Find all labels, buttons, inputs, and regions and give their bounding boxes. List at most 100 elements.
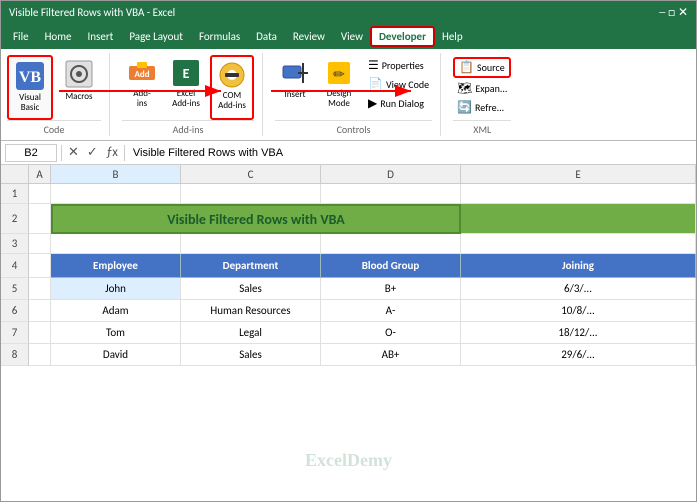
cell-ref-input[interactable] bbox=[5, 144, 57, 162]
cell-a8[interactable] bbox=[29, 344, 51, 366]
cell-a1[interactable] bbox=[29, 184, 51, 204]
view-code-button[interactable]: 📄 View Code bbox=[365, 76, 432, 93]
cell-b3[interactable] bbox=[51, 234, 181, 254]
confirm-formula-icon[interactable]: ✓ bbox=[85, 145, 100, 160]
insert-function-icon[interactable]: ƒx bbox=[104, 145, 120, 160]
formula-divider bbox=[61, 145, 62, 161]
cell-d7[interactable]: O- bbox=[321, 322, 461, 344]
ribbon-content: VB VisualBasic Macros bbox=[1, 49, 696, 141]
col-header-a: A bbox=[29, 165, 51, 183]
cell-e8[interactable]: 29/6/... bbox=[461, 344, 696, 366]
visual-basic-label: VisualBasic bbox=[19, 93, 41, 113]
cell-c8[interactable]: Sales bbox=[181, 344, 321, 366]
cell-d4-bloodgroup[interactable]: Blood Group bbox=[321, 254, 461, 278]
cell-d3[interactable] bbox=[321, 234, 461, 254]
properties-icon: ☰ bbox=[368, 58, 379, 73]
column-headers: A B C D E bbox=[1, 165, 696, 184]
add-ins-button[interactable]: Add Add-ins bbox=[122, 55, 162, 120]
ribbon-group-addins: Add Add-ins E ExcelAdd-ins bbox=[114, 53, 263, 136]
cell-b4-employee[interactable]: Employee bbox=[51, 254, 181, 278]
table-row: 5 John Sales B+ 6/3/... bbox=[1, 278, 696, 300]
macros-button[interactable]: Macros bbox=[57, 55, 101, 120]
cell-a6[interactable] bbox=[29, 300, 51, 322]
run-dialog-icon: ▶ bbox=[368, 96, 377, 111]
cell-a7[interactable] bbox=[29, 322, 51, 344]
menu-view[interactable]: View bbox=[333, 27, 371, 46]
visual-basic-icon: VB bbox=[13, 59, 47, 93]
cell-a4[interactable] bbox=[29, 254, 51, 278]
cell-e3[interactable] bbox=[461, 234, 696, 254]
cell-c4-department[interactable]: Department bbox=[181, 254, 321, 278]
menu-insert[interactable]: Insert bbox=[80, 27, 122, 46]
col-header-c: C bbox=[181, 165, 321, 183]
svg-text:E: E bbox=[183, 65, 190, 82]
row-num-7: 7 bbox=[1, 322, 29, 344]
cancel-formula-icon[interactable]: ✕ bbox=[66, 145, 81, 160]
cell-e6[interactable]: 10/8/... bbox=[461, 300, 696, 322]
col-header-b[interactable]: B bbox=[51, 165, 181, 183]
cell-a5[interactable] bbox=[29, 278, 51, 300]
menu-file[interactable]: File bbox=[5, 27, 37, 46]
expand-button[interactable]: 🗺 Expan... bbox=[453, 80, 511, 97]
cell-e7[interactable]: 18/12/... bbox=[461, 322, 696, 344]
cell-e5[interactable]: 6/3/... bbox=[461, 278, 696, 300]
cell-c7[interactable]: Legal bbox=[181, 322, 321, 344]
cell-c1[interactable] bbox=[181, 184, 321, 204]
design-mode-button[interactable]: ✏ DesignMode bbox=[319, 55, 359, 120]
menu-developer[interactable]: Developer bbox=[371, 27, 434, 46]
cell-d6[interactable]: A- bbox=[321, 300, 461, 322]
row-num-8: 8 bbox=[1, 344, 29, 366]
cell-b5[interactable]: John bbox=[51, 278, 181, 300]
menu-formulas[interactable]: Formulas bbox=[191, 27, 248, 46]
menu-help[interactable]: Help bbox=[434, 27, 471, 46]
cell-b1[interactable] bbox=[51, 184, 181, 204]
col-header-d: D bbox=[321, 165, 461, 183]
menu-data[interactable]: Data bbox=[248, 27, 285, 46]
cell-a2[interactable] bbox=[29, 204, 51, 234]
cell-c3[interactable] bbox=[181, 234, 321, 254]
design-mode-label: DesignMode bbox=[327, 89, 352, 109]
table-row: 6 Adam Human Resources A- 10/8/... bbox=[1, 300, 696, 322]
cell-b6[interactable]: Adam bbox=[51, 300, 181, 322]
properties-label: Properties bbox=[382, 59, 424, 72]
refresh-button[interactable]: 🔄 Refre... bbox=[453, 99, 511, 116]
insert-control-button[interactable]: Insert bbox=[275, 55, 315, 120]
table-row: 8 David Sales AB+ 29/6/... bbox=[1, 344, 696, 366]
svg-text:Add: Add bbox=[134, 69, 149, 80]
cell-a3[interactable] bbox=[29, 234, 51, 254]
menu-home[interactable]: Home bbox=[37, 27, 80, 46]
properties-button[interactable]: ☰ Properties bbox=[365, 57, 432, 74]
corner-cell bbox=[1, 165, 29, 183]
excel-add-ins-button[interactable]: E ExcelAdd-ins bbox=[166, 55, 206, 120]
cell-e2[interactable] bbox=[461, 204, 696, 234]
run-dialog-button[interactable]: ▶ Run Dialog bbox=[365, 95, 432, 112]
title-cell[interactable]: Visible Filtered Rows with VBA bbox=[51, 204, 461, 234]
cell-d5[interactable]: B+ bbox=[321, 278, 461, 300]
ribbon-group-xml: 📋 Source 🗺 Expan... 🔄 Refre... XML bbox=[445, 53, 519, 136]
menu-review[interactable]: Review bbox=[285, 27, 333, 46]
row-num-4: 4 bbox=[1, 254, 29, 278]
menu-page-layout[interactable]: Page Layout bbox=[121, 27, 191, 46]
cell-d8[interactable]: AB+ bbox=[321, 344, 461, 366]
cell-e1[interactable] bbox=[461, 184, 696, 204]
visual-basic-button[interactable]: VB VisualBasic bbox=[7, 55, 53, 120]
excel-add-ins-icon: E bbox=[170, 57, 202, 89]
title-bar: Visible Filtered Rows with VBA - Excel ─… bbox=[1, 1, 696, 23]
row-num-5: 5 bbox=[1, 278, 29, 300]
source-icon: 📋 bbox=[459, 60, 474, 75]
cell-b7[interactable]: Tom bbox=[51, 322, 181, 344]
formula-input[interactable] bbox=[129, 147, 692, 159]
cell-e4-joining[interactable]: Joining bbox=[461, 254, 696, 278]
design-mode-icon: ✏ bbox=[323, 57, 355, 89]
add-ins-label: Add-ins bbox=[133, 89, 150, 109]
svg-text:VB: VB bbox=[19, 69, 42, 86]
source-button[interactable]: 📋 Source bbox=[453, 57, 511, 78]
com-add-ins-button[interactable]: COMAdd-ins bbox=[210, 55, 254, 120]
refresh-icon: 🔄 bbox=[457, 100, 472, 115]
formula-divider2 bbox=[124, 145, 125, 161]
cell-c5[interactable]: Sales bbox=[181, 278, 321, 300]
row-num-1: 1 bbox=[1, 184, 29, 204]
cell-c6[interactable]: Human Resources bbox=[181, 300, 321, 322]
cell-d1[interactable] bbox=[321, 184, 461, 204]
cell-b8[interactable]: David bbox=[51, 344, 181, 366]
